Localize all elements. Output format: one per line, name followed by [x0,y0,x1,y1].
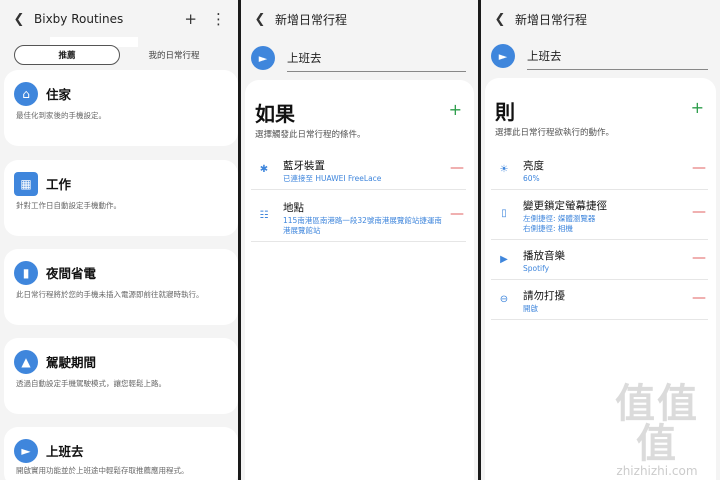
routine-card-home[interactable]: ⌂ 住家 最佳化到家後的手機設定。 [4,70,238,146]
routine-name-value: 上班去 [527,49,562,63]
routine-name-value: 上班去 [287,51,322,65]
watermark: 值值值 zhizhizhi.com [596,384,718,478]
action-title: 亮度 [523,160,544,172]
routine-name-field[interactable]: ► 上班去 [491,44,708,70]
card-title: 工作 [46,177,72,192]
page-title: 新增日常行程 [515,12,588,27]
action-title: 請勿打擾 [523,290,565,302]
remove-action-button[interactable]: — [692,160,706,176]
car-icon: ▲ [14,350,38,374]
action-row-music[interactable]: ▶ 播放音樂 Spotify — [491,244,708,280]
action-title: 變更鎖定螢幕捷徑 [523,200,607,212]
card-desc: 開啟實用功能並於上班途中輕鬆存取推薦應用程式。 [16,466,189,475]
conditions-card: 如果 + 選擇觸發此日常行程的條件。 ✱ 藍牙裝置 已連接至 HUAWEI Fr… [245,80,474,480]
back-arrow-icon[interactable]: ❮ [6,12,32,27]
action-sub: 左側捷徑: 媒體瀏覽器 [523,214,596,223]
routine-card-commute[interactable]: ► 上班去 開啟實用功能並於上班途中輕鬆存取推薦應用程式。 [4,427,238,480]
routines-panel: ❮ Bixby Routines + ⋮ 推薦 我的日常行程 ⌂ 住家 最佳化到… [0,0,238,480]
battery-icon: ▮ [14,261,38,285]
routine-card-work[interactable]: ▦ 工作 針對工作日自動設定手機動作。 [4,160,238,236]
top-bar: ❮ 新增日常行程 [481,0,720,38]
routine-card-night-saver[interactable]: ▮ 夜間省電 此日常行程將於您的手機未插入電源即前往就寢時執行。 [4,249,238,325]
condition-sub: 已連接至 HUAWEI FreeLace [283,174,382,183]
more-vertical-icon[interactable]: ⋮ [211,10,226,28]
then-subheading: 選擇此日常行程欲執行的動作。 [495,128,615,138]
back-arrow-icon[interactable]: ❮ [487,12,513,27]
work-building-icon: ▦ [14,172,38,196]
card-title: 夜間省電 [46,266,97,281]
remove-action-button[interactable]: — [692,290,706,306]
tab-my-routines[interactable]: 我的日常行程 [120,49,228,61]
condition-title: 藍牙裝置 [283,160,325,172]
card-title: 上班去 [46,444,84,459]
do-not-disturb-icon: ⊖ [499,294,509,305]
play-icon: ▶ [500,254,508,265]
condition-row-location[interactable]: ☷ 地點 115南港區南港路一段32號南港展覽館站捷運南 港展覽館站 — [251,196,466,242]
action-row-dnd[interactable]: ⊖ 請勿打擾 開啟 — [491,284,708,320]
tab-bar: 推薦 我的日常行程 [14,44,228,66]
app-title: Bixby Routines [34,12,124,26]
watermark-logo: 值值值 [615,381,699,467]
remove-action-button[interactable]: — [692,250,706,266]
condition-sub: 115南港區南港路一段32號南港展覽館站捷運南 [283,216,442,225]
add-routine-button[interactable]: + [184,10,197,28]
bluetooth-icon: ✱ [259,164,269,175]
page-title: 新增日常行程 [275,12,348,27]
location-icon: ☷ [259,210,269,221]
if-subheading: 選擇觸發此日常行程的條件。 [255,130,366,140]
name-underline [287,71,466,72]
then-heading: 則 [495,100,515,124]
add-condition-button[interactable]: + [449,100,462,119]
home-icon: ⌂ [14,82,38,106]
condition-row-bluetooth[interactable]: ✱ 藍牙裝置 已連接至 HUAWEI FreeLace — [251,154,466,190]
action-sub-line2: 右側捷徑: 相機 [523,224,573,233]
routine-name-field[interactable]: ► 上班去 [251,46,466,72]
top-bar: ❮ 新增日常行程 [241,0,478,38]
action-sub: 開啟 [523,304,538,313]
commute-icon: ► [251,46,275,70]
card-desc: 最佳化到家後的手機設定。 [16,111,106,120]
watermark-url: zhizhizhi.com [616,464,698,478]
card-title: 駕駛期間 [46,355,97,370]
remove-condition-button[interactable]: — [450,206,464,222]
card-desc: 針對工作日自動設定手機動作。 [16,201,121,210]
action-title: 播放音樂 [523,250,565,262]
top-bar: ❮ Bixby Routines + ⋮ [0,0,238,38]
remove-condition-button[interactable]: — [450,160,464,176]
action-sub: 60% [523,174,540,183]
action-row-lockscreen[interactable]: ▯ 變更鎖定螢幕捷徑 左側捷徑: 媒體瀏覽器 右側捷徑: 相機 — [491,194,708,240]
commute-icon: ► [14,439,38,463]
commute-icon: ► [491,44,515,68]
remove-action-button[interactable]: — [692,204,706,220]
condition-title: 地點 [283,202,304,214]
action-sub: Spotify [523,264,550,273]
card-desc: 此日常行程將於您的手機未插入電源即前往就寢時執行。 [16,290,204,299]
name-underline [527,69,708,70]
tab-recommended[interactable]: 推薦 [14,45,120,65]
if-heading: 如果 [255,102,295,126]
routine-card-driving[interactable]: ▲ 駕駛期間 透過自動設定手機駕駛模式，讓您輕鬆上路。 [4,338,238,414]
card-desc: 透過自動設定手機駕駛模式，讓您輕鬆上路。 [16,379,166,388]
brightness-icon: ☀ [499,164,509,175]
card-title: 住家 [46,87,72,102]
action-row-brightness[interactable]: ☀ 亮度 60% — [491,154,708,190]
condition-sub-line2: 港展覽館站 [283,226,321,235]
phone-icon: ▯ [501,208,507,219]
add-action-button[interactable]: + [691,98,704,117]
if-panel: ❮ 新增日常行程 ► 上班去 如果 + 選擇觸發此日常行程的條件。 ✱ 藍牙裝置… [241,0,478,480]
back-arrow-icon[interactable]: ❮ [247,12,273,27]
